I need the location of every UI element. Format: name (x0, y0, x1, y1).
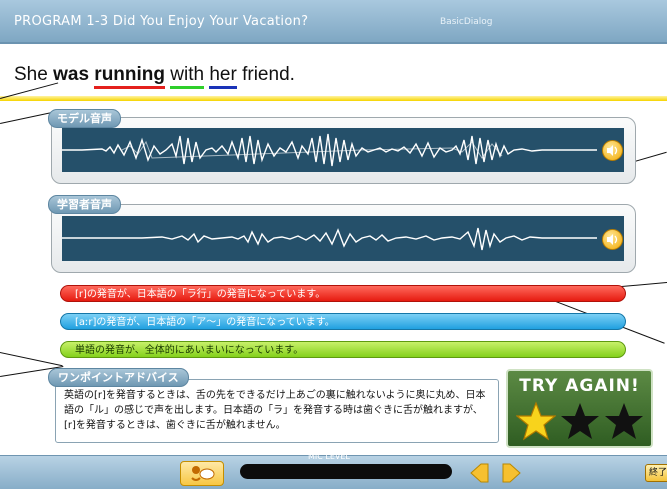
next-arrow-icon[interactable] (501, 462, 523, 484)
word-friend[interactable]: friend. (242, 64, 295, 86)
word-with[interactable]: with (170, 64, 205, 89)
callout-line (0, 352, 63, 367)
title-bar: PROGRAM 1-3 Did You Enjoy Your Vacation?… (0, 0, 667, 44)
program-title: PROGRAM 1-3 Did You Enjoy Your Vacation? (14, 14, 309, 29)
diagnosis-item-r[interactable]: [r]の発音が、日本語の「ラ行」の発音になっています。 (60, 285, 626, 302)
word-she[interactable]: She (14, 64, 48, 86)
mode-label: BasicDialog (440, 17, 493, 27)
advice-label: ワンポイントアドバイス (48, 368, 189, 387)
star-icon-empty (561, 403, 599, 439)
model-waveform[interactable] (62, 128, 624, 172)
model-audio-label: モデル音声 (48, 109, 121, 128)
end-button[interactable]: 終了 (645, 464, 667, 482)
microphone-icon (191, 466, 215, 481)
word-was[interactable]: was (53, 64, 89, 86)
sentence-divider (0, 96, 667, 101)
diagnosis-item-ar[interactable]: [aːr]の発音が、日本語の「ア～」の発音になっています。 (60, 313, 626, 330)
advice-box: 英語の[r]を発音するときは、舌の先をできるだけ上あごの裏に触れないように奥に丸… (55, 379, 499, 443)
learner-audio-panel (51, 204, 636, 273)
learner-waveform[interactable] (62, 216, 624, 261)
star-icon-empty (605, 403, 643, 439)
bottom-toolbar: MIC LEVEL 終了 (0, 452, 667, 489)
word-her[interactable]: her (209, 64, 237, 89)
model-play-button[interactable] (602, 140, 623, 161)
learner-audio-label: 学習者音声 (48, 195, 121, 214)
try-again-label: TRY AGAIN! (519, 376, 640, 396)
mic-level-meter (240, 464, 452, 479)
star-icon-earned (516, 401, 556, 441)
advice-text: 英語の[r]を発音するときは、舌の先をできるだけ上あごの裏に触れないように奥に丸… (64, 390, 486, 431)
model-audio-panel (51, 117, 636, 184)
previous-arrow-icon[interactable] (468, 462, 490, 484)
learner-play-button[interactable] (602, 229, 623, 250)
diagnosis-item-overall[interactable]: 単語の発音が、全体的にあいまいになっています。 (60, 341, 626, 358)
speaker-icon (607, 234, 618, 245)
mic-level-label: MIC LEVEL (308, 452, 350, 461)
try-again-panel[interactable]: TRY AGAIN! (506, 369, 653, 448)
record-button[interactable] (180, 461, 224, 486)
word-running[interactable]: running (94, 64, 165, 89)
speaker-icon (607, 145, 618, 156)
